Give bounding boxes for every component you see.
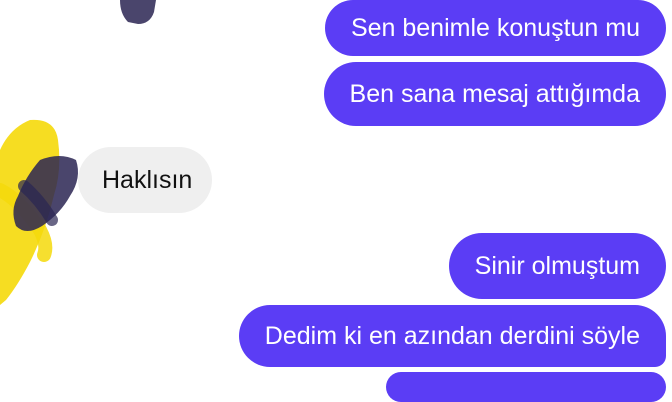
message-text: Sinir olmuştum xyxy=(474,251,640,280)
message-text: Dedim ki en azından derdini söyle xyxy=(264,321,640,350)
message-text: Ben sana mesaj attığımda xyxy=(349,79,640,108)
message-text: Haklısın xyxy=(102,165,193,194)
message-bubble-incoming[interactable]: Haklısın xyxy=(78,147,212,213)
message-bubble-outgoing[interactable]: Sen benimle konuştun mu xyxy=(324,0,666,56)
message-bubble-outgoing[interactable]: Sinir olmuştum xyxy=(448,233,666,299)
message-bubble-outgoing[interactable]: Dedim ki en azından derdini söyle xyxy=(238,305,666,367)
message-text: Sen benimle konuştun mu xyxy=(350,13,640,42)
message-bubble-outgoing[interactable]: Ben sana mesaj attığımda xyxy=(323,62,666,126)
message-bubble-outgoing-partial[interactable] xyxy=(386,372,666,402)
